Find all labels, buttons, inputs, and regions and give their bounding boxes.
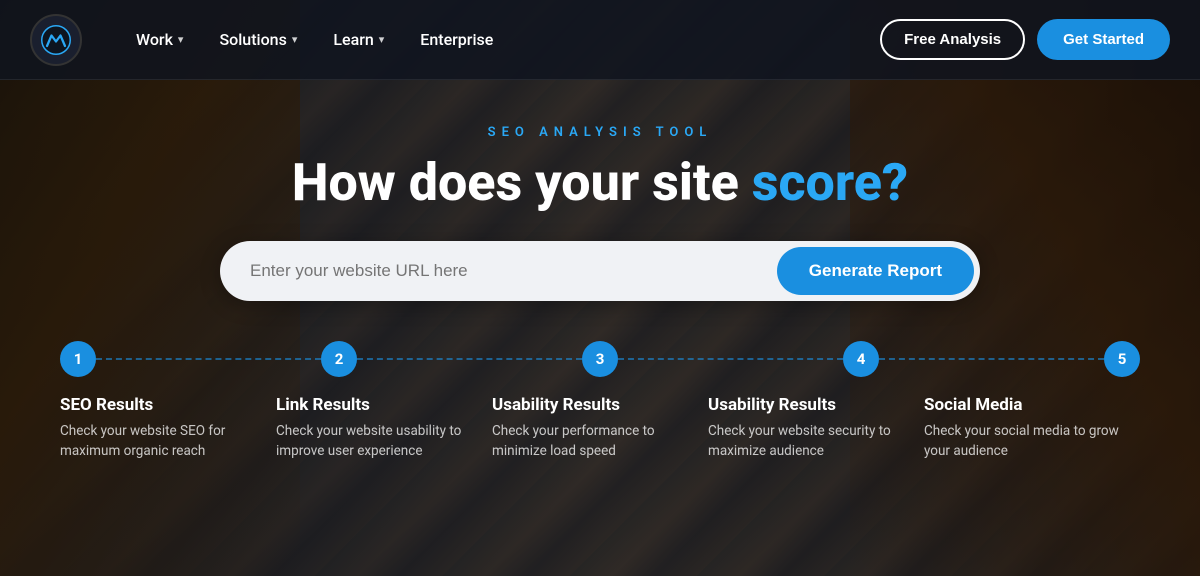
step-item-3: Usability Results Check your performance… bbox=[492, 395, 708, 462]
step-circle-5: 5 bbox=[1104, 341, 1140, 377]
step-circle-1: 1 bbox=[60, 341, 96, 377]
step-line-2 bbox=[357, 358, 582, 360]
step-circle-2: 2 bbox=[321, 341, 357, 377]
step-item-1: SEO Results Check your website SEO for m… bbox=[60, 395, 276, 462]
url-search-input[interactable] bbox=[250, 261, 777, 281]
step-4-desc: Check your website security to maximize … bbox=[708, 421, 904, 462]
step-1-desc: Check your website SEO for maximum organ… bbox=[60, 421, 256, 462]
step-3-desc: Check your performance to minimize load … bbox=[492, 421, 688, 462]
step-item-5: Social Media Check your social media to … bbox=[924, 395, 1140, 462]
chevron-down-icon: ▾ bbox=[379, 33, 385, 46]
step-2-desc: Check your website usability to improve … bbox=[276, 421, 472, 462]
step-5-desc: Check your social media to grow your aud… bbox=[924, 421, 1120, 462]
nav-item-enterprise[interactable]: Enterprise bbox=[406, 22, 507, 57]
step-item-2: Link Results Check your website usabilit… bbox=[276, 395, 492, 462]
nav-item-learn[interactable]: Learn ▾ bbox=[319, 22, 398, 57]
chevron-down-icon: ▾ bbox=[292, 33, 298, 46]
step-item-4: Usability Results Check your website sec… bbox=[708, 395, 924, 462]
hero-title-accent: score? bbox=[752, 152, 908, 213]
hero-subtitle: SEO ANALYSIS TOOL bbox=[488, 125, 713, 140]
nav-item-work[interactable]: Work ▾ bbox=[122, 22, 197, 57]
logo[interactable] bbox=[30, 14, 82, 66]
generate-report-button[interactable]: Generate Report bbox=[777, 247, 974, 295]
step-line-3 bbox=[618, 358, 843, 360]
navbar: Work ▾ Solutions ▾ Learn ▾ Enterprise Fr… bbox=[0, 0, 1200, 80]
hero-title-text: How does your site bbox=[292, 152, 752, 213]
step-line-4 bbox=[879, 358, 1104, 360]
steps-content: SEO Results Check your website SEO for m… bbox=[60, 395, 1140, 462]
get-started-button[interactable]: Get Started bbox=[1037, 19, 1170, 60]
hero-title: How does your site score? bbox=[292, 154, 908, 211]
step-circle-3: 3 bbox=[582, 341, 618, 377]
nav-item-solutions[interactable]: Solutions ▾ bbox=[205, 22, 311, 57]
step-4-title: Usability Results bbox=[708, 395, 904, 415]
nav-links: Work ▾ Solutions ▾ Learn ▾ Enterprise bbox=[122, 22, 880, 57]
free-analysis-button[interactable]: Free Analysis bbox=[880, 19, 1025, 60]
step-circle-4: 4 bbox=[843, 341, 879, 377]
nav-actions: Free Analysis Get Started bbox=[880, 19, 1170, 60]
step-line-1 bbox=[96, 358, 321, 360]
chevron-down-icon: ▾ bbox=[178, 33, 184, 46]
hero-section: SEO ANALYSIS TOOL How does your site sco… bbox=[0, 80, 1200, 301]
step-3-title: Usability Results bbox=[492, 395, 688, 415]
steps-track: 1 2 3 4 5 bbox=[60, 341, 1140, 377]
steps-section: 1 2 3 4 5 SEO Results Check your website… bbox=[0, 341, 1200, 462]
step-1-title: SEO Results bbox=[60, 395, 256, 415]
search-bar: Generate Report bbox=[220, 241, 980, 301]
step-5-title: Social Media bbox=[924, 395, 1120, 415]
step-2-title: Link Results bbox=[276, 395, 472, 415]
